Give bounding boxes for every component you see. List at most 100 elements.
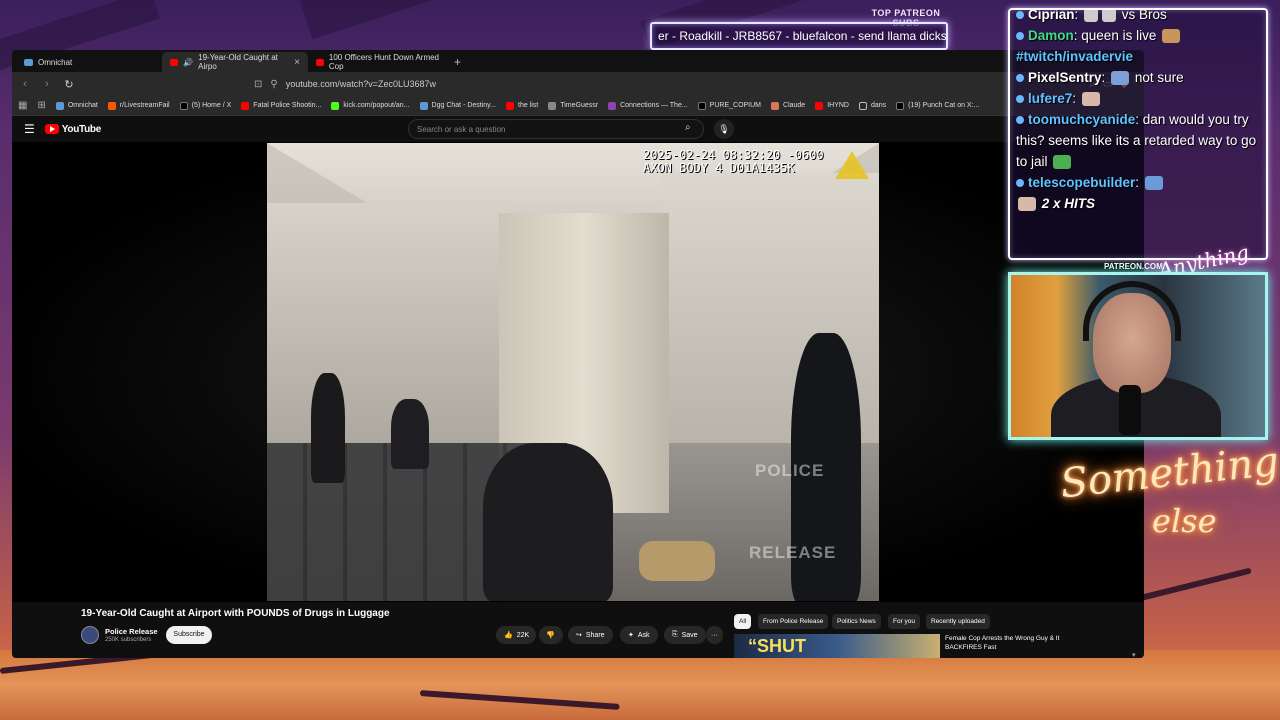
chat-username: telescopebuilder (1028, 175, 1136, 190)
dislike-button[interactable]: 👎 (539, 626, 563, 644)
bookmark-favicon-icon (419, 101, 428, 110)
tab-label: 19-Year-Old Caught at Airpo (198, 53, 278, 71)
subscribe-button[interactable]: Subscribe (166, 626, 212, 644)
youtube-logo[interactable]: YouTube (44, 124, 101, 135)
bookmark-item[interactable]: kick.com/popout/an... (331, 101, 410, 110)
tab-youtube-video[interactable]: 🔊 19-Year-Old Caught at Airpo × (162, 52, 308, 72)
search-input[interactable]: Search or ask a question (408, 119, 704, 139)
bookmark-favicon-icon (107, 101, 116, 110)
chip-all[interactable]: All (734, 614, 752, 629)
camera-id-line: AXON BODY 4 D01A1435K (643, 161, 795, 175)
emote-icon (1053, 155, 1072, 170)
close-tab-icon[interactable]: × (294, 57, 300, 68)
platform-icon (1016, 74, 1024, 83)
bookmark-favicon-icon (608, 101, 617, 110)
bookmark-item[interactable]: IHYND (815, 101, 849, 110)
bookmark-icon[interactable]: ⊡ (254, 79, 262, 90)
thumbs-up-icon: 👍 (504, 632, 513, 639)
chip-politics-news[interactable]: Politics News (832, 614, 881, 629)
site-info-icon[interactable]: ⚲ (270, 79, 277, 90)
neon-line-2: else (1152, 502, 1217, 540)
bookmark-favicon-icon (55, 101, 64, 110)
grid-icon[interactable]: ⊞ (37, 100, 45, 111)
bookmark-item[interactable]: Dgg Chat - Destiny... (419, 101, 496, 110)
bookmark-item[interactable]: PURE_COPIUM (697, 101, 762, 110)
share-button[interactable]: ↪ Share (568, 626, 613, 644)
browser-toolbar: ‹ › ↻ ⊡ ⚲ youtube.com/watch?v=Zec0LU3687… (12, 72, 1144, 96)
microphone-icon[interactable]: 🎙 (714, 119, 734, 139)
bookmark-favicon-icon (331, 101, 340, 110)
bookmark-item[interactable]: Claude (771, 101, 805, 110)
bookmark-item[interactable]: (19) Punch Cat on X:... (896, 101, 980, 110)
thumbs-down-icon: 👎 (546, 632, 555, 639)
chip-recently-uploaded[interactable]: Recently uploaded (926, 614, 990, 629)
share-label: Share (585, 631, 605, 639)
audio-icon[interactable]: 🔊 (183, 58, 193, 67)
more-actions-button[interactable]: ··· (706, 626, 723, 644)
bookmark-item[interactable]: Connections — The... (608, 101, 688, 110)
headset-icon (1083, 281, 1181, 341)
channel-name[interactable]: Police Release (105, 627, 158, 636)
recommended-title[interactable]: Female Cop Arrests the Wrong Guy & It BA… (945, 634, 1075, 652)
watermark-release: RELEASE (749, 543, 837, 562)
video-officer (311, 373, 345, 483)
video-luggage (639, 541, 715, 581)
like-count: 22K (516, 631, 530, 639)
back-icon[interactable]: ‹ (18, 78, 32, 90)
platform-icon (1016, 11, 1024, 20)
ask-button[interactable]: ✦ Ask (620, 626, 658, 644)
bookmark-item[interactable]: r/LivestreamFail (107, 101, 170, 110)
tab-label: 100 Officers Hunt Down Armed Cop (328, 53, 439, 71)
channel-avatar[interactable] (81, 626, 99, 644)
youtube-page: ☰ YouTube Search or ask a question ⌕ 🎙 2… (12, 116, 1144, 658)
video-title: 19-Year-Old Caught at Airport with POUND… (81, 608, 390, 619)
bookmark-folder[interactable]: dans (858, 101, 887, 110)
bookmark-label: Omnichat (67, 102, 98, 109)
bookmark-item[interactable]: Fatal Police Shootin... (241, 101, 322, 110)
bookmark-label: dans (870, 102, 887, 109)
recommended-thumbnail[interactable]: “SHUT (734, 634, 940, 658)
chip-for-you[interactable]: For you (888, 614, 921, 629)
omnichat-favicon-icon (24, 58, 33, 66)
new-tab-button[interactable]: + (448, 55, 467, 72)
video-person-seated (483, 443, 613, 601)
save-label: Save (681, 631, 698, 639)
tab-label: Omnichat (38, 57, 73, 67)
bookmark-item[interactable]: TimeGuessr (548, 101, 598, 110)
forward-icon[interactable]: › (40, 78, 54, 90)
address-bar[interactable]: ⊡ ⚲ youtube.com/watch?v=Zec0LU3687w ⌕ ▭ … (244, 75, 1138, 93)
bookmark-item[interactable]: (5) Home / X (179, 101, 231, 110)
sparkle-icon: ✦ (628, 632, 634, 639)
bookmark-label: PURE_COPIUM (709, 102, 762, 109)
video-frame[interactable]: 2025-02-24 08:32:20 -0600 AXON BODY 4 D0… (267, 143, 879, 601)
video-player[interactable]: 2025-02-24 08:32:20 -0600 AXON BODY 4 D0… (12, 142, 1144, 602)
channel-subscribers: 250K subscribers (105, 637, 152, 643)
save-icon: ⎘ (672, 631, 678, 638)
search-icon[interactable]: ⌕ (685, 122, 691, 133)
bookmark-label: (19) Punch Cat on X:... (908, 102, 980, 109)
video-wall-left (267, 203, 507, 463)
youtube-favicon-icon (316, 58, 324, 66)
tab-youtube-other[interactable]: 100 Officers Hunt Down Armed Cop (308, 52, 448, 72)
bookmark-item[interactable]: Omnichat (55, 101, 98, 110)
emote-icon (1084, 10, 1099, 23)
emote-icon (1144, 176, 1163, 191)
save-button[interactable]: ⎘ Save (664, 626, 706, 644)
chat-message: toomuchcyanide: dan would you try this? … (1016, 112, 1257, 170)
scroll-down-icon[interactable]: ▾ (1132, 651, 1136, 658)
chip-from-channel[interactable]: From Police Release (758, 614, 829, 629)
tab-bar: Omnichat 🔊 19-Year-Old Caught at Airpo ×… (12, 50, 1144, 72)
background-desert (0, 650, 1280, 720)
chat-message: Damon: queen is live (1016, 25, 1260, 46)
like-button[interactable]: 👍 22K (496, 626, 536, 644)
bookmark-favicon-icon (241, 101, 250, 110)
bookmark-label: Fatal Police Shootin... (253, 102, 322, 109)
chat-username: PixelSentry (1028, 70, 1102, 85)
menu-icon[interactable]: ☰ (24, 122, 35, 136)
chat-username: toomuchcyanide (1028, 112, 1136, 127)
tab-omnichat[interactable]: Omnichat (16, 52, 162, 72)
apps-icon[interactable]: ▦ (18, 100, 27, 111)
bookmark-item[interactable]: the list (506, 101, 538, 110)
chat-message: telescopebuilder: (1016, 172, 1260, 193)
reload-icon[interactable]: ↻ (62, 78, 76, 91)
